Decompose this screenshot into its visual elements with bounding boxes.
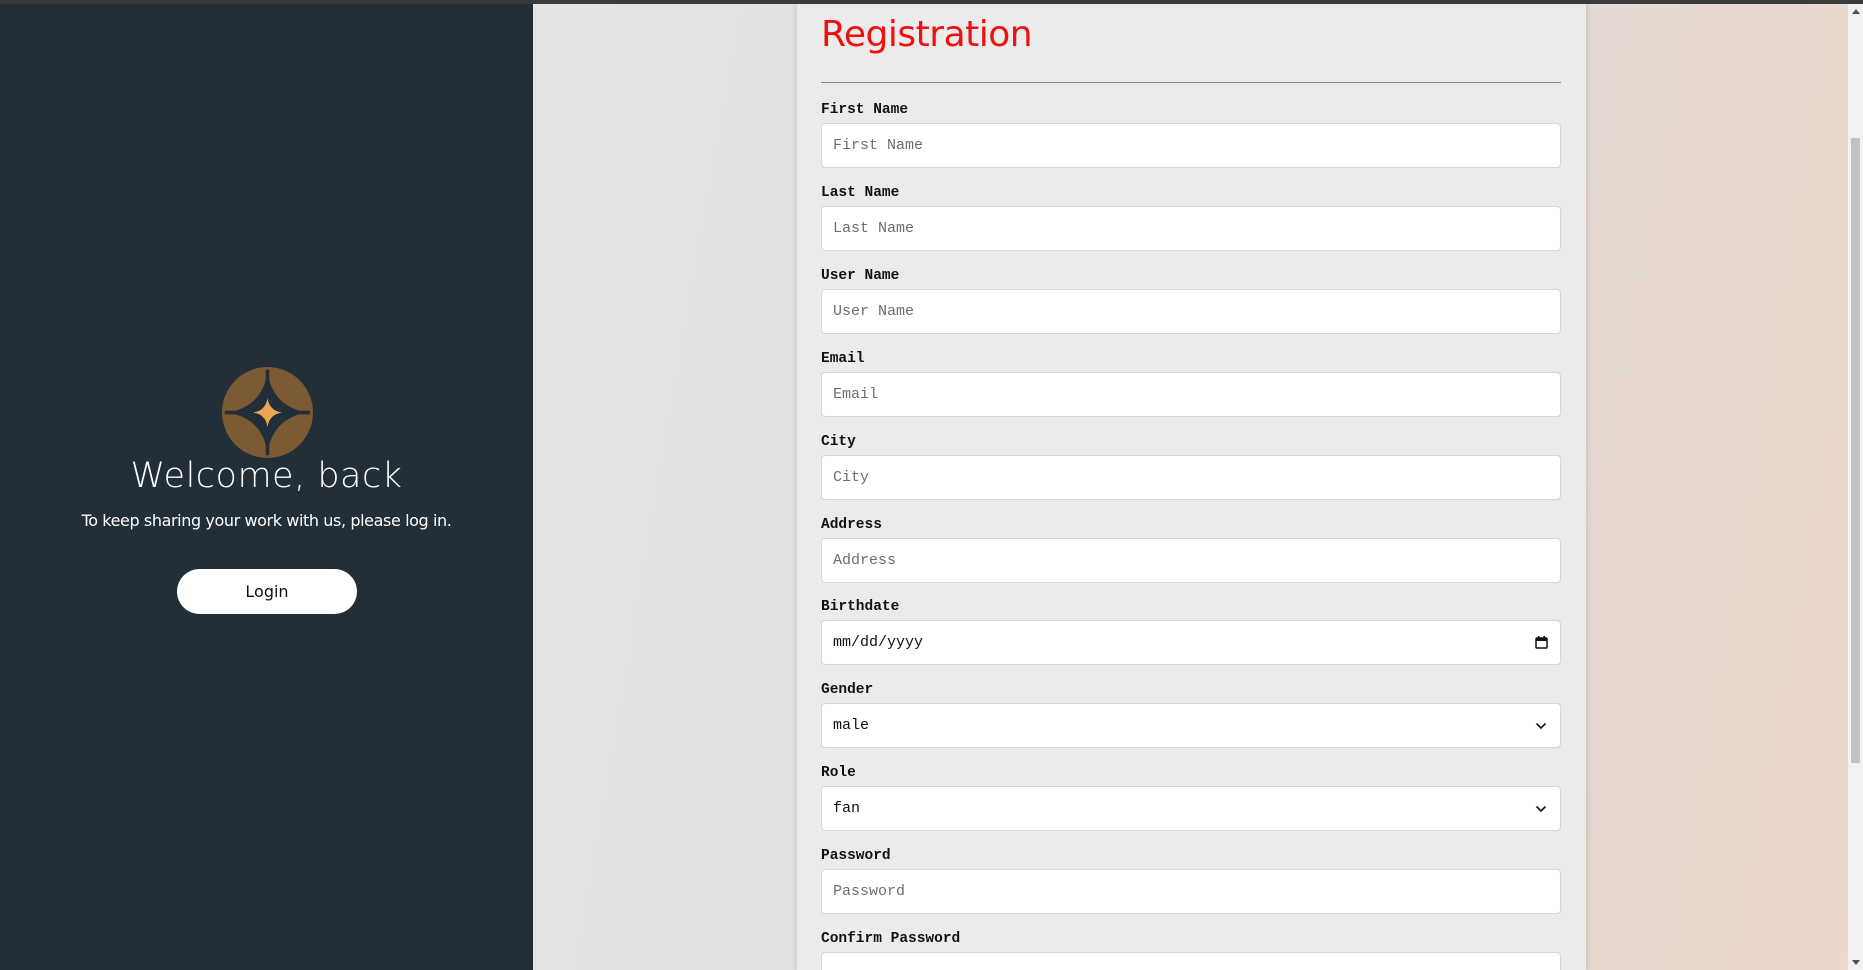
birthdate-field: Birthdate mm/dd/yyyy [821,599,1561,665]
welcome-panel: Welcome, back To keep sharing your work … [0,4,533,970]
last-name-placeholder: Last Name [833,220,915,237]
birthdate-placeholder: mm/dd/yyyy [833,634,924,651]
email-field: Email Email [821,351,1561,417]
last-name-input[interactable]: Last Name [821,206,1561,251]
password-field: Password Password [821,848,1561,914]
page-scrollbar[interactable] [1848,4,1863,970]
birthdate-label: Birthdate [821,599,900,615]
password-input[interactable]: Password [821,869,1561,914]
address-placeholder: Address [833,552,897,569]
scrollbar-thumb[interactable] [1851,138,1860,763]
address-input[interactable]: Address [821,538,1561,583]
password-placeholder: Password [833,883,906,900]
calendar-icon[interactable] [1533,635,1549,651]
email-placeholder: Email [833,386,879,403]
gender-field: Gender male [821,682,1561,748]
confirm-password-field: Confirm Password [821,931,1561,970]
last-name-label: Last Name [821,185,900,201]
user-name-field: User Name User Name [821,268,1561,334]
birthdate-input[interactable]: mm/dd/yyyy [821,620,1561,665]
role-label: Role [821,765,856,781]
role-select[interactable]: fan [821,786,1561,831]
user-name-placeholder: User Name [833,303,915,320]
registration-form: Registration First Name First Name Last … [797,4,1586,970]
login-button[interactable]: Login [177,569,357,614]
address-field: Address Address [821,517,1561,583]
welcome-heading: Welcome, back [130,456,403,496]
star-compass-icon [222,367,313,458]
email-input[interactable]: Email [821,372,1561,417]
confirm-password-label: Confirm Password [821,931,961,947]
city-input[interactable]: City [821,455,1561,500]
first-name-input[interactable]: First Name [821,123,1561,168]
title-divider [821,82,1561,83]
password-label: Password [821,848,891,864]
city-field: City City [821,434,1561,500]
confirm-password-input[interactable] [821,952,1561,970]
address-label: Address [821,517,882,533]
email-label: Email [821,351,865,367]
scroll-up-arrow-icon[interactable] [1848,4,1863,19]
chevron-down-icon [1533,718,1549,734]
city-label: City [821,434,856,450]
last-name-field: Last Name Last Name [821,185,1561,251]
user-name-input[interactable]: User Name [821,289,1561,334]
first-name-placeholder: First Name [833,137,924,154]
scroll-down-arrow-icon[interactable] [1848,955,1863,970]
role-field: Role fan [821,765,1561,831]
form-title: Registration [821,14,1033,55]
gender-value: male [833,717,870,734]
browser-top-strip [0,0,1863,4]
user-name-label: User Name [821,268,900,284]
first-name-field: First Name First Name [821,102,1561,168]
city-placeholder: City [833,469,870,486]
gender-label: Gender [821,682,874,698]
page: Welcome, back To keep sharing your work … [0,0,1863,970]
welcome-subtitle: To keep sharing your work with us, pleas… [81,511,452,530]
gender-select[interactable]: male [821,703,1561,748]
chevron-down-icon [1533,801,1549,817]
first-name-label: First Name [821,102,909,118]
role-value: fan [833,800,861,817]
